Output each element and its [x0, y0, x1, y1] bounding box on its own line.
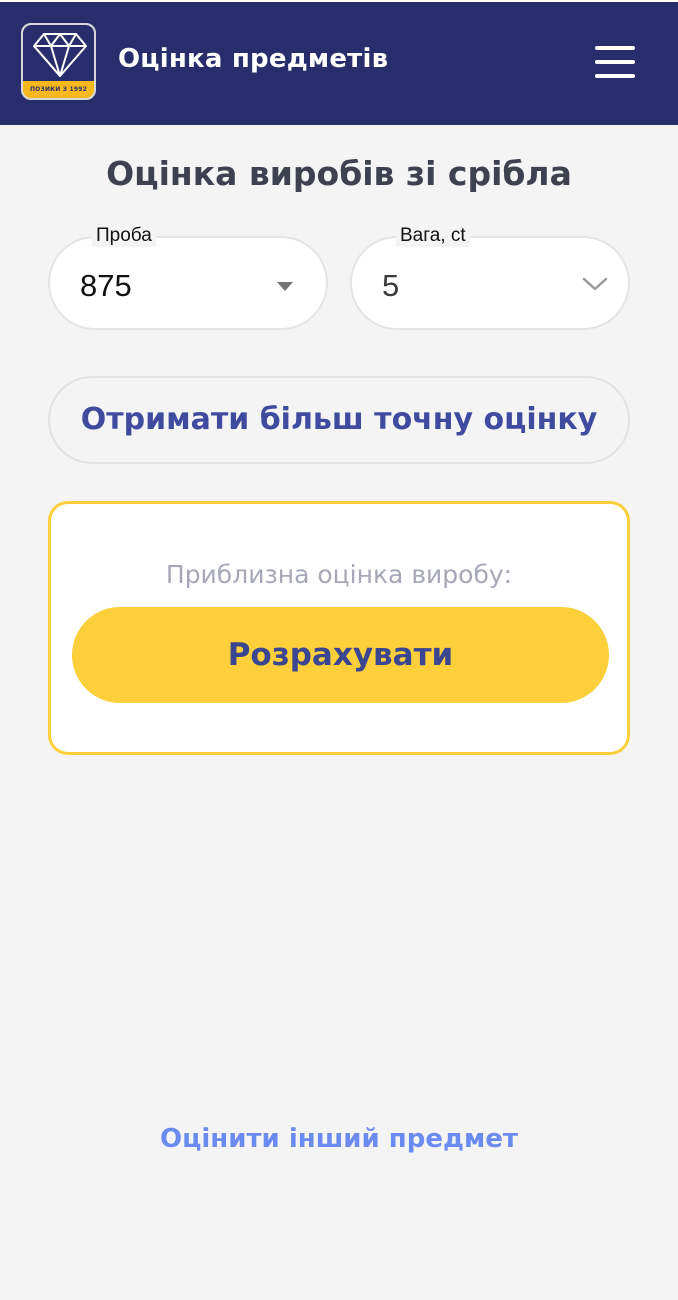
calculate-button[interactable]: Розрахувати [72, 607, 609, 703]
evaluate-other-item-link[interactable]: Оцінити інший предмет [0, 1124, 678, 1154]
weight-label: Вага, ct [396, 225, 470, 247]
hamburger-menu-icon[interactable] [592, 44, 638, 80]
precise-estimate-button[interactable]: Отримати більш точну оцінку [48, 376, 630, 464]
weight-select[interactable]: Вага, ct 5 [350, 225, 630, 330]
logo-badge [23, 25, 94, 83]
menu-bar [595, 46, 635, 50]
page-title: Оцінка виробів зі срібла [106, 154, 572, 193]
dropdown-triangle-icon [277, 282, 293, 291]
proba-value: 875 [80, 268, 132, 303]
proba-label: Проба [92, 225, 156, 247]
result-label: Приблизна оцінка виробу: [165, 560, 513, 589]
chevron-down-icon [582, 277, 608, 291]
menu-bar [595, 60, 635, 64]
result-card: Приблизна оцінка виробу: Розрахувати [48, 501, 630, 755]
logo-caption: ПОЗИКИ З 1992 [23, 81, 94, 98]
weight-value: 5 [382, 268, 400, 303]
menu-bar [595, 74, 635, 78]
logo[interactable]: ПОЗИКИ З 1992 [21, 23, 96, 100]
diamond-icon [33, 33, 87, 77]
app-title: Оцінка предметів [118, 44, 389, 74]
app-header: ПОЗИКИ З 1992 Оцінка предметів [0, 0, 678, 125]
proba-select[interactable]: Проба 875 [48, 225, 328, 330]
